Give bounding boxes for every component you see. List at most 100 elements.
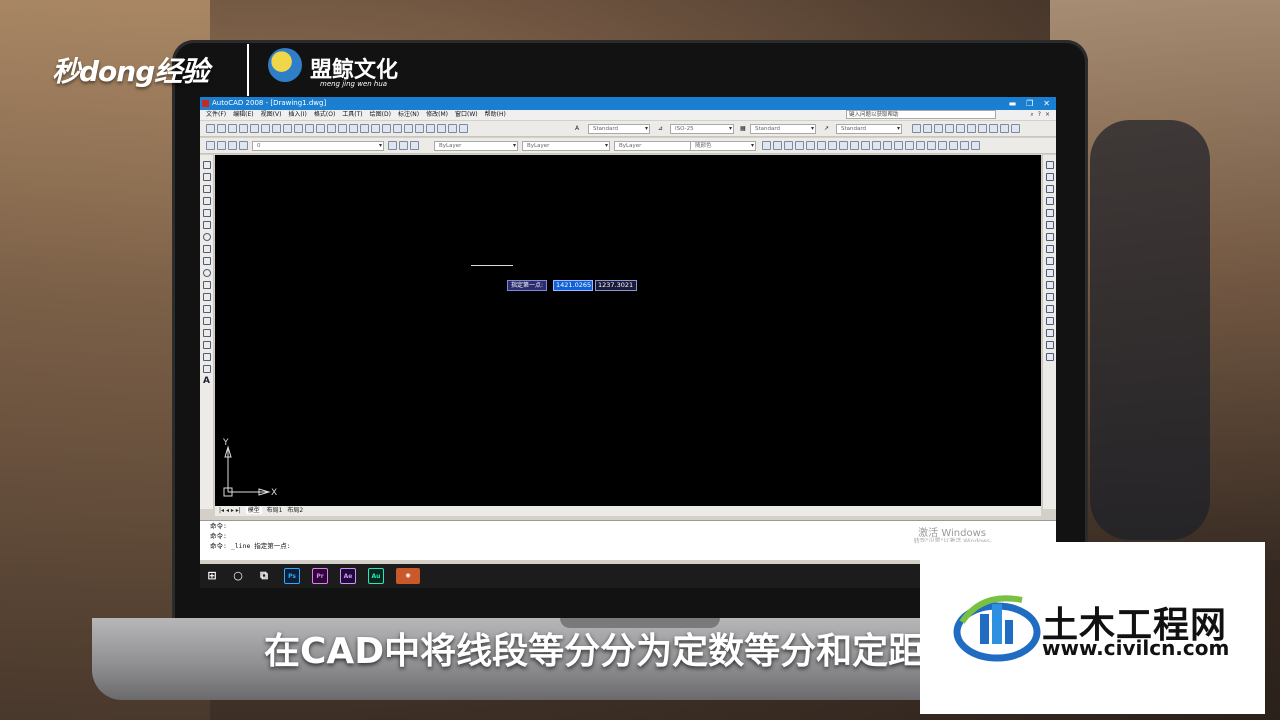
lineweight-select[interactable]: ByLayer [614, 141, 698, 151]
print-icon[interactable] [239, 124, 248, 133]
menu-dimension[interactable]: 标注(N) [398, 110, 419, 120]
properties-icon[interactable] [393, 124, 402, 133]
text-style-select[interactable]: Standard [588, 124, 650, 134]
sun-icon[interactable] [228, 141, 237, 150]
insert-block-icon[interactable] [203, 293, 211, 301]
extend-icon[interactable] [1046, 281, 1054, 289]
offset-icon[interactable] [1046, 197, 1054, 205]
lightbulb-icon[interactable] [217, 141, 226, 150]
calculator-icon[interactable] [448, 124, 457, 133]
sheet-set-icon[interactable] [426, 124, 435, 133]
stretch-icon[interactable] [1046, 257, 1054, 265]
multileader-style-select[interactable]: Standard [836, 124, 902, 134]
construction-line-icon[interactable] [203, 173, 211, 181]
lock-icon[interactable] [239, 141, 248, 150]
maximize-button[interactable]: ❐ [1026, 97, 1033, 110]
dim-break-icon[interactable] [894, 141, 903, 150]
mtext-icon[interactable] [912, 124, 921, 133]
dynamic-input-x[interactable]: 1421.0265 [553, 280, 593, 291]
menu-format[interactable]: 格式(O) [314, 110, 335, 120]
tab-model[interactable]: 模型 [245, 507, 262, 514]
dim-space-icon[interactable] [883, 141, 892, 150]
layer-state-icon[interactable] [410, 141, 419, 150]
palettes-icon[interactable] [415, 124, 424, 133]
polyline-icon[interactable] [203, 185, 211, 193]
linetype-select[interactable]: ByLayer [522, 141, 610, 151]
linear-dim-icon[interactable] [762, 141, 771, 150]
cut-icon[interactable] [272, 124, 281, 133]
layer-previous-icon[interactable] [399, 141, 408, 150]
tab-layout2[interactable]: 布局2 [287, 507, 303, 514]
region-icon[interactable] [203, 353, 211, 361]
find-text-icon[interactable] [934, 124, 943, 133]
plotstyle-select[interactable]: 随颜色 [690, 141, 756, 151]
dim-edit-icon[interactable] [949, 141, 958, 150]
text-frame-icon[interactable] [989, 124, 998, 133]
justify-text-icon[interactable] [967, 124, 976, 133]
close-button[interactable]: ✕ [1043, 97, 1050, 110]
preview-icon[interactable] [250, 124, 259, 133]
move-icon[interactable] [1046, 221, 1054, 229]
tolerance-icon[interactable] [905, 141, 914, 150]
menu-insert[interactable]: 插入(I) [288, 110, 306, 120]
zoom-icon[interactable] [360, 124, 369, 133]
diameter-icon[interactable] [828, 141, 837, 150]
premiere-icon[interactable]: Pr [312, 568, 328, 584]
break-at-point-icon[interactable] [1046, 293, 1054, 301]
color-select[interactable]: ByLayer [434, 141, 518, 151]
continue-icon[interactable] [872, 141, 881, 150]
jogged-linear-icon[interactable] [938, 141, 947, 150]
table-style-select[interactable]: Standard [750, 124, 816, 134]
point-icon[interactable] [203, 317, 211, 325]
scale-icon[interactable] [1046, 245, 1054, 253]
menu-edit[interactable]: 编辑(E) [233, 110, 253, 120]
ordinate-icon[interactable] [795, 141, 804, 150]
help-icon[interactable]: ? [1038, 110, 1041, 120]
arc-icon[interactable] [203, 221, 211, 229]
dim-update-icon[interactable] [971, 141, 980, 150]
erase-icon[interactable] [1046, 161, 1054, 169]
drawn-line-segment[interactable] [471, 265, 513, 266]
line-icon[interactable] [203, 161, 211, 169]
copy-icon[interactable] [283, 124, 292, 133]
table-icon[interactable] [203, 365, 211, 373]
wrench-icon[interactable] [1011, 124, 1020, 133]
redo-icon[interactable] [338, 124, 347, 133]
after-effects-icon[interactable]: Ae [340, 568, 356, 584]
help-search-input[interactable]: 键入问题以获取帮助 [846, 110, 996, 119]
baseline-icon[interactable] [861, 141, 870, 150]
menu-modify[interactable]: 修改(M) [426, 110, 448, 120]
gradient-icon[interactable] [203, 341, 211, 349]
break-icon[interactable] [1046, 305, 1054, 313]
minimize-button[interactable]: ▬ [1009, 97, 1017, 110]
drawing-canvas[interactable]: 指定第一点: 1421.0265 1237.3021 Y X [215, 155, 1041, 506]
revcloud-icon[interactable] [203, 245, 211, 253]
inspection-icon[interactable] [927, 141, 936, 150]
ellipse-arc-icon[interactable] [203, 281, 211, 289]
ellipse-icon[interactable] [203, 269, 211, 277]
make-current-icon[interactable] [388, 141, 397, 150]
audition-icon[interactable]: Au [368, 568, 384, 584]
angular-icon[interactable] [839, 141, 848, 150]
array-icon[interactable] [1046, 209, 1054, 217]
windows-start-icon[interactable]: ⊞ [204, 568, 220, 584]
rotate-icon[interactable] [1046, 233, 1054, 241]
zoom-previous-icon[interactable] [382, 124, 391, 133]
markup-icon[interactable] [437, 124, 446, 133]
layer-manager-icon[interactable] [206, 141, 215, 150]
undo-icon[interactable] [327, 124, 336, 133]
copy-object-icon[interactable] [1046, 173, 1054, 181]
doc-close-icon[interactable]: × [1045, 110, 1050, 120]
dim-text-edit-icon[interactable] [960, 141, 969, 150]
make-block-icon[interactable] [203, 305, 211, 313]
block-editor-icon[interactable] [316, 124, 325, 133]
explode-icon[interactable] [1046, 353, 1054, 361]
help-tool-icon[interactable] [459, 124, 468, 133]
spell-check-icon[interactable] [945, 124, 954, 133]
trim-icon[interactable] [1046, 269, 1054, 277]
search-icon[interactable]: ⌕ [1030, 110, 1033, 120]
spline-icon[interactable] [203, 257, 211, 265]
new-icon[interactable] [206, 124, 215, 133]
chamfer-icon[interactable] [1046, 329, 1054, 337]
dtext-icon[interactable] [923, 124, 932, 133]
